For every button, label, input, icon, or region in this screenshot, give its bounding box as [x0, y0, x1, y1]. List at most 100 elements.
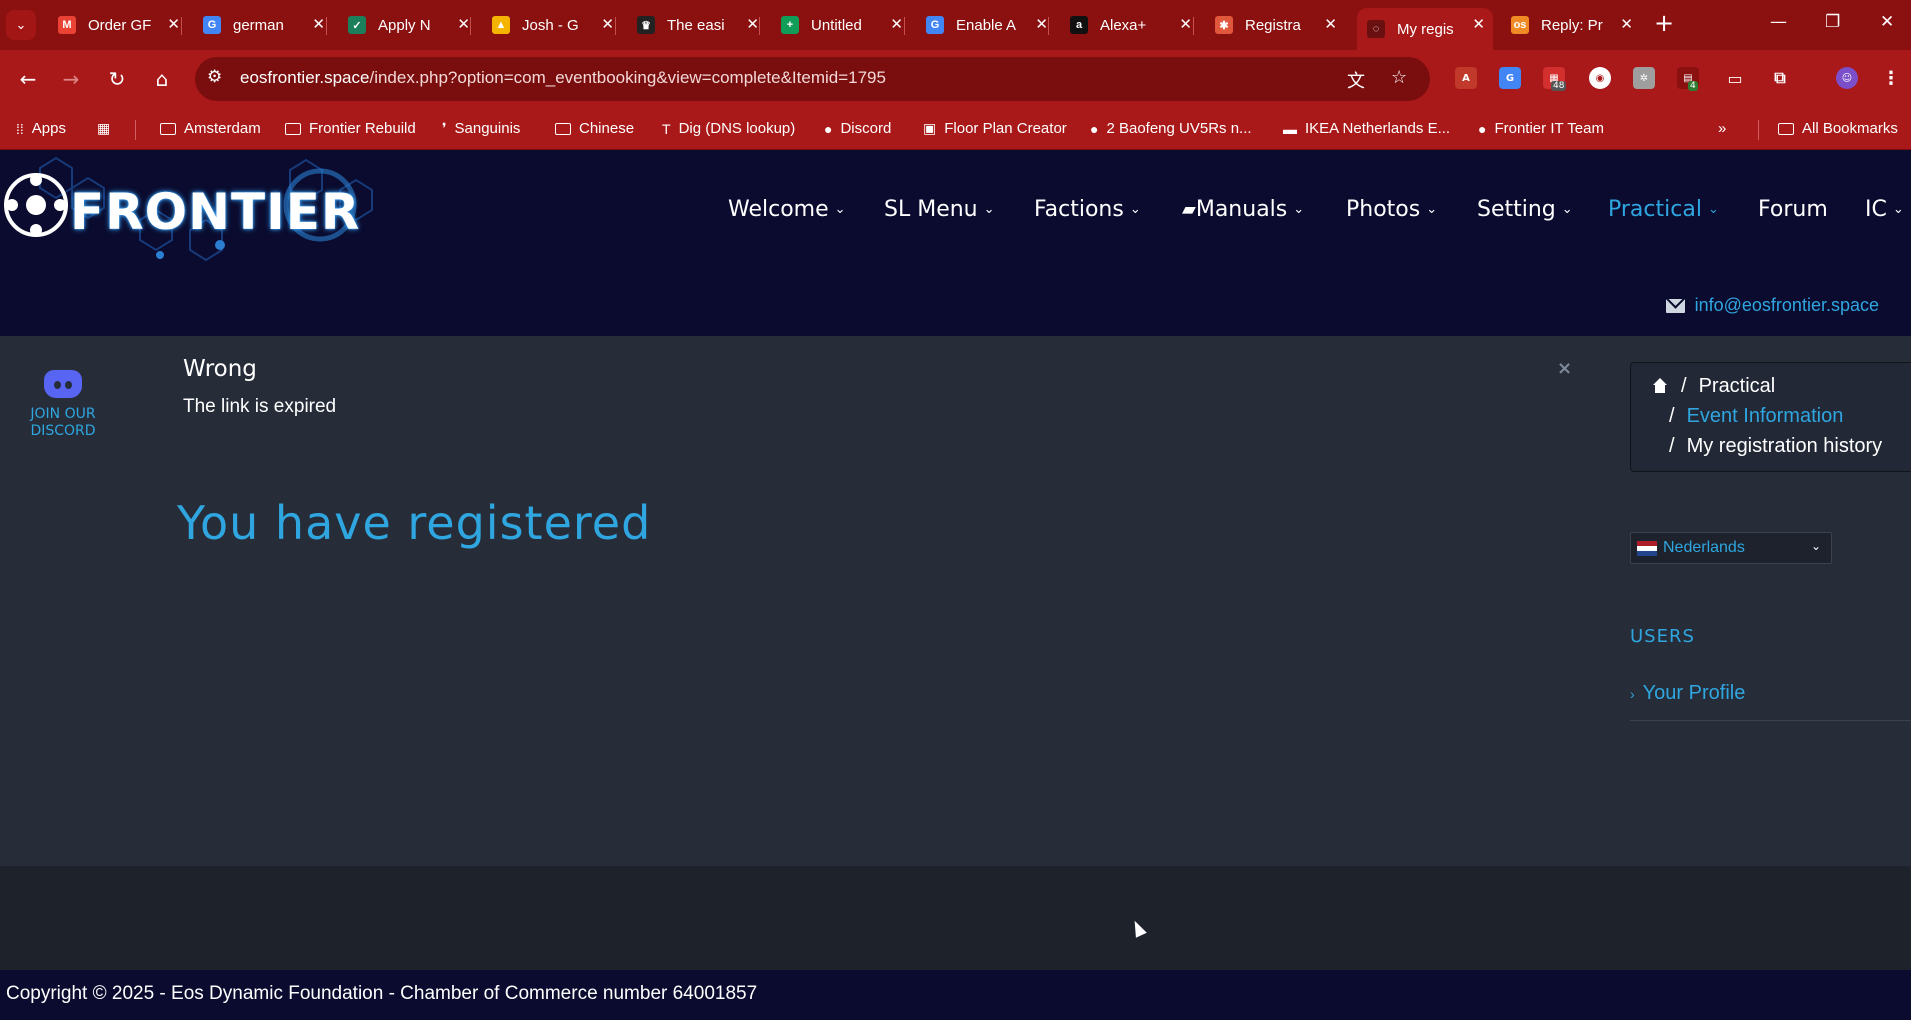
tab-close-icon[interactable]: ✕	[1324, 15, 1337, 33]
extension-circle-icon[interactable]: ◉	[1589, 67, 1611, 89]
new-tab-button[interactable]: +	[1654, 11, 1674, 35]
star-icon[interactable]: ☆	[1391, 67, 1407, 88]
bookmark-5[interactable]: Chinese	[555, 120, 634, 137]
forward-button[interactable]: →	[56, 64, 86, 94]
bookmark-6[interactable]: T Dig (DNS lookup)	[662, 120, 795, 137]
tab-4[interactable]: ♛ The easi ✕	[627, 8, 767, 42]
bookmark-4[interactable]: ❜ Sanguinis	[442, 120, 520, 137]
breadcrumb-event-info-link[interactable]: Event Information	[1687, 405, 1844, 427]
tab-close-icon[interactable]: ✕	[457, 15, 470, 33]
bookmark-1[interactable]: ▦	[97, 120, 118, 137]
tab-close-icon[interactable]: ✕	[1620, 15, 1633, 33]
bookmark-0[interactable]: ⁞⁞ Apps	[16, 120, 66, 137]
folder-icon	[1778, 122, 1794, 135]
extensions-puzzle-icon[interactable]: ⧉	[1769, 67, 1791, 89]
bookmarks-overflow-button[interactable]: »	[1718, 120, 1726, 137]
nav-practical[interactable]: Practical ⌄	[1608, 194, 1719, 224]
tab-title: Order GF	[88, 16, 152, 34]
nav-setting[interactable]: Setting ⌄	[1477, 194, 1573, 224]
bookmark-9[interactable]: ● 2 Baofeng UV5Rs n...	[1090, 120, 1252, 137]
tab-close-icon[interactable]: ✕	[1472, 15, 1485, 33]
breadcrumb-practical-label: Practical	[1698, 375, 1776, 397]
chevron-down-icon: ⌄	[983, 201, 995, 217]
minimize-button[interactable]: —	[1770, 12, 1787, 32]
extension-puzzle-alt-icon[interactable]: ✲	[1633, 67, 1655, 89]
site-info-icon[interactable]: ⚙	[207, 67, 222, 87]
tab-close-icon[interactable]: ✕	[890, 15, 903, 33]
tab-close-icon[interactable]: ✕	[746, 15, 759, 33]
bookmark-10[interactable]: ▬ IKEA Netherlands E...	[1283, 120, 1450, 137]
tab-close-icon[interactable]: ✕	[1179, 15, 1192, 33]
nav-photos[interactable]: Photos ⌄	[1346, 194, 1437, 224]
tab-7[interactable]: a Alexa+ ✕	[1060, 8, 1200, 42]
tab-1[interactable]: Ggerman ✕	[193, 8, 333, 42]
arrow-left-icon: ←	[19, 67, 37, 91]
nav-factions[interactable]: Factions ⌄	[1034, 194, 1141, 224]
alert-close-button[interactable]: ×	[1557, 358, 1572, 379]
tab-0[interactable]: M Order GF ✕	[48, 8, 188, 42]
tab-8[interactable]: ✱ Registra ✕	[1205, 8, 1345, 42]
tab-5[interactable]: + Untitled ✕	[771, 8, 911, 42]
profile-avatar[interactable]: ☺	[1836, 67, 1858, 89]
bookmark-11[interactable]: ● Frontier IT Team	[1478, 120, 1604, 137]
all-bookmarks-label: All Bookmarks	[1802, 120, 1898, 137]
tab-3[interactable]: ▲ Josh - G ✕	[482, 8, 622, 42]
bookmark-7[interactable]: ● Discord	[824, 120, 891, 137]
tab-close-icon[interactable]: ✕	[601, 15, 614, 33]
breadcrumb-item-current: / My registration history	[1669, 435, 1883, 457]
tab-separator	[470, 17, 471, 35]
email-text: info@eosfrontier.space	[1694, 295, 1879, 315]
nav-ic[interactable]: IC ⌄	[1865, 194, 1904, 224]
nav-forum[interactable]: Forum	[1758, 194, 1828, 224]
your-profile-link[interactable]: › Your Profile	[1630, 682, 1745, 705]
bookmarks-separator	[135, 120, 136, 140]
nav-welcome[interactable]: Welcome ⌄	[728, 194, 846, 224]
tab-search-button[interactable]: ⌄	[6, 10, 36, 40]
bookmark-3[interactable]: Frontier Rebuild	[285, 120, 416, 137]
address-bar[interactable]: ⚙ eosfrontier.space/index.php?option=com…	[195, 57, 1430, 101]
extension-translate-icon[interactable]: G	[1499, 67, 1521, 89]
url-text[interactable]: eosfrontier.space/index.php?option=com_e…	[240, 68, 886, 88]
tab-close-icon[interactable]: ✕	[1035, 15, 1048, 33]
media-icon[interactable]: ▭	[1724, 67, 1746, 89]
back-button[interactable]: ←	[13, 64, 43, 94]
bookmark-label: Dig (DNS lookup)	[678, 120, 796, 137]
translate-icon[interactable]: 文	[1347, 67, 1365, 93]
bookmark-label: 2 Baofeng UV5Rs n...	[1106, 120, 1252, 137]
tab-9[interactable]: ◌ My regis ✕	[1357, 8, 1493, 50]
bookmark-2[interactable]: Amsterdam	[160, 120, 261, 137]
browser-menu-icon[interactable]: ⋮	[1880, 67, 1902, 89]
tab-title: Enable A	[956, 16, 1017, 34]
restore-button[interactable]: ❐	[1825, 12, 1840, 32]
site-logo[interactable]: FRONTIER	[0, 150, 400, 270]
nav-manuals[interactable]: ▰ Manuals ⌄	[1182, 194, 1304, 224]
envelope-icon	[1665, 298, 1685, 313]
tab-close-icon[interactable]: ✕	[312, 15, 325, 33]
nav-sl-menu[interactable]: SL Menu ⌄	[884, 194, 995, 224]
dutch-flag-icon	[1637, 540, 1657, 556]
discord-widget[interactable]: JOIN OUR DISCORD	[18, 370, 108, 440]
url-host: eosfrontier.space	[240, 68, 370, 87]
bookmark-8[interactable]: ▣ Floor Plan Creator	[923, 120, 1067, 137]
language-select[interactable]: Nederlands ⌄	[1630, 532, 1832, 564]
close-window-button[interactable]: ✕	[1880, 12, 1894, 32]
home-icon[interactable]	[1651, 378, 1669, 393]
chevron-down-icon: ⌄	[1129, 201, 1141, 217]
tab-close-icon[interactable]: ✕	[167, 15, 180, 33]
email-link[interactable]: info@eosfrontier.space	[1665, 295, 1879, 316]
tab-10[interactable]: os Reply: Pr ✕	[1501, 8, 1641, 42]
bookmark-label: IKEA Netherlands E...	[1305, 120, 1451, 137]
tab-2[interactable]: ✓ Apply N ✕	[338, 8, 478, 42]
tab-6[interactable]: G Enable A ✕	[916, 8, 1056, 42]
tab-strip: ⌄ M Order GF ✕ Ggerman ✕ ✓ Apply N ✕ ▲ Josh - G ✕ ♛…	[0, 0, 1911, 50]
logo-text: FRONTIER	[70, 183, 361, 241]
alert-title: Wrong	[183, 356, 257, 382]
extension-pdf-icon[interactable]: A	[1455, 67, 1477, 89]
home-button[interactable]: ⌂	[147, 64, 177, 94]
language-value: Nederlands	[1663, 539, 1745, 556]
drop-icon: ❜	[442, 120, 447, 136]
all-bookmarks-button[interactable]: All Bookmarks	[1778, 120, 1898, 137]
tab-separator	[759, 17, 760, 35]
bookmark-label: Chinese	[579, 120, 635, 137]
reload-button[interactable]: ↻	[102, 64, 132, 94]
